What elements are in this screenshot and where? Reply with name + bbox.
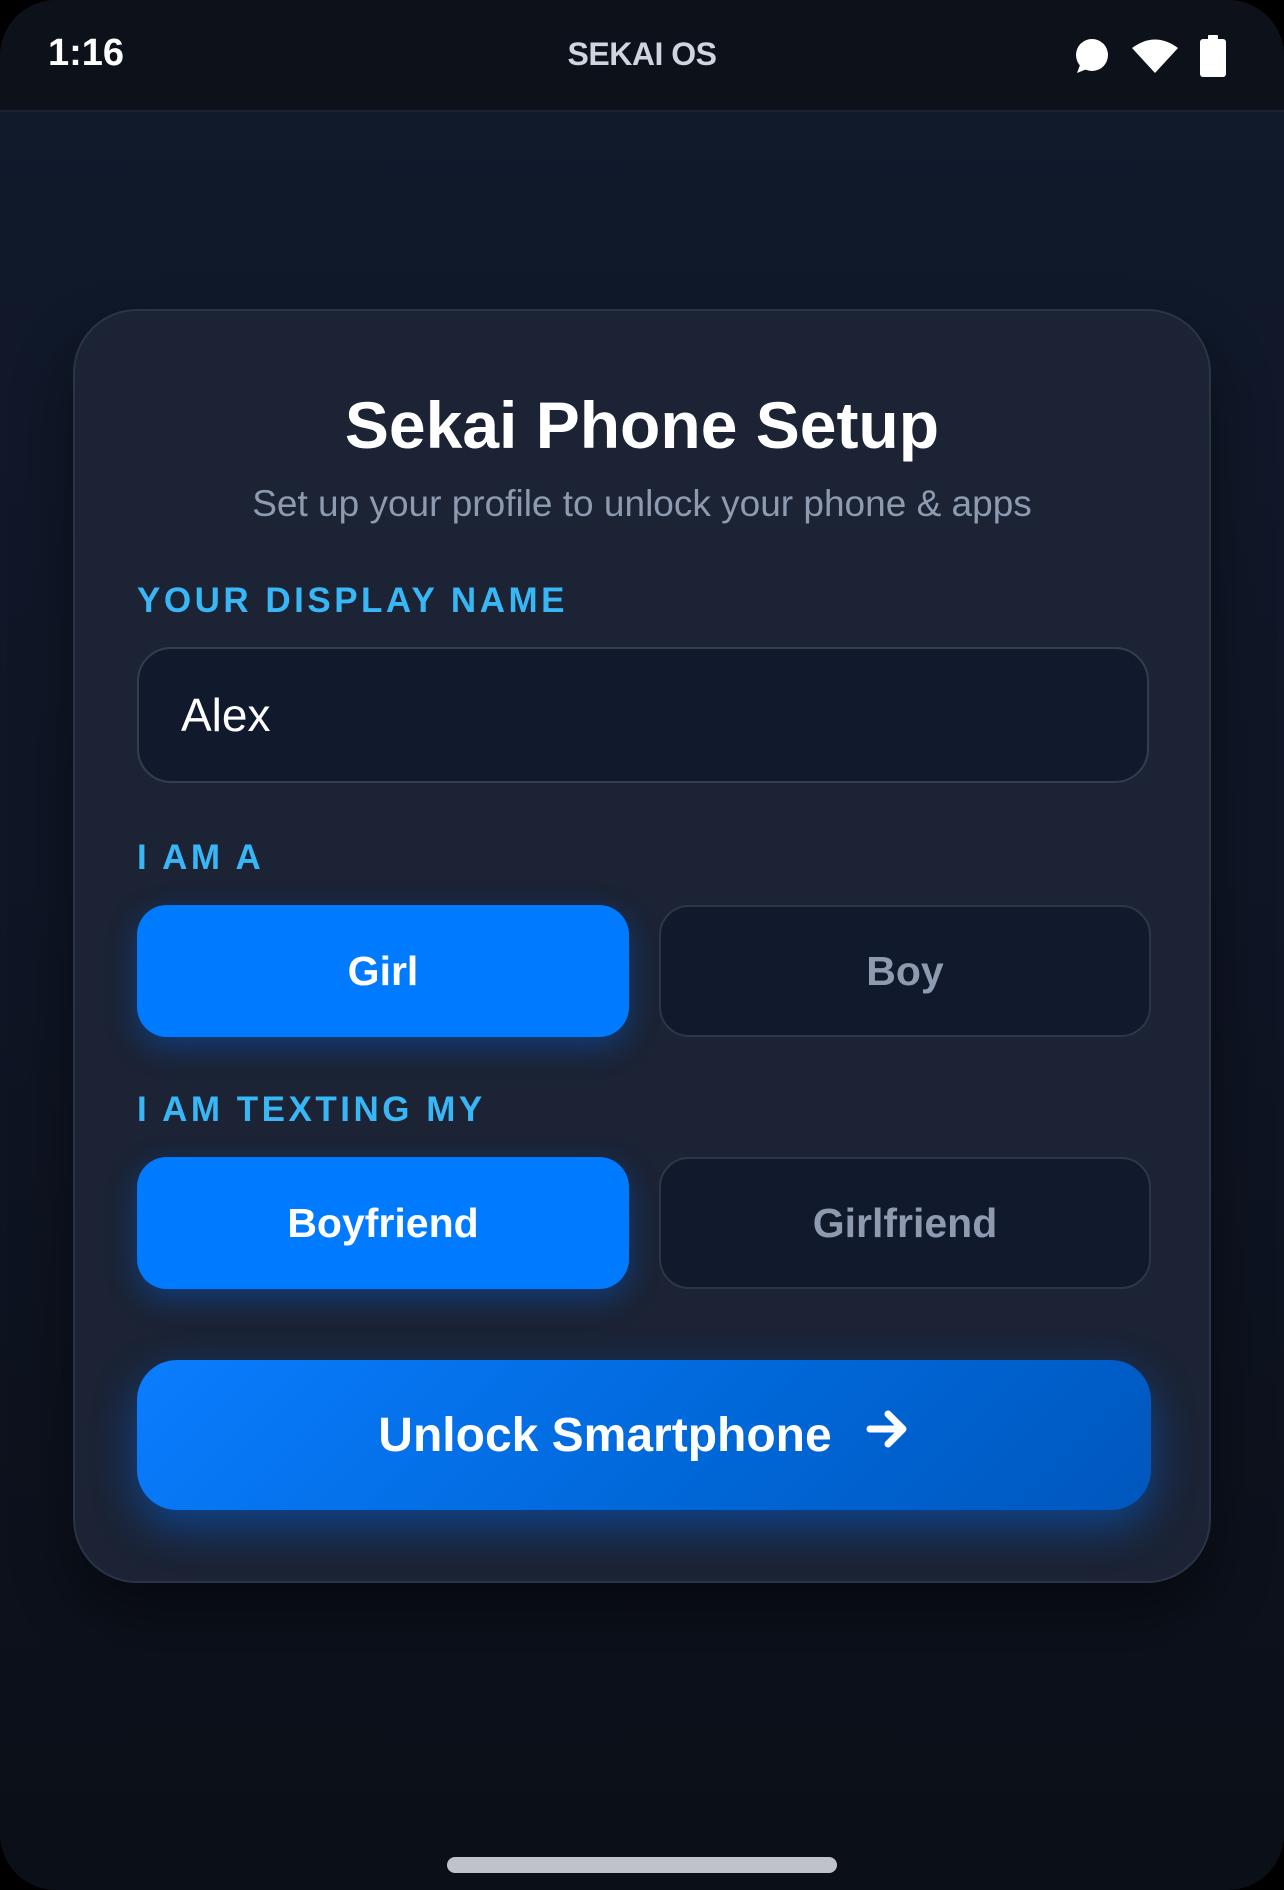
setup-card: Sekai Phone Setup Set up your profile to… bbox=[73, 309, 1211, 1583]
phone-screen: 1:16 SEKAI OS Sekai Phone Setup Set up y… bbox=[0, 0, 1284, 1890]
option-girl-button[interactable]: Girl bbox=[137, 905, 629, 1037]
gender-label: I AM A bbox=[137, 838, 265, 877]
chat-bubble-icon bbox=[1074, 38, 1110, 74]
option-boyfriend-button[interactable]: Boyfriend bbox=[137, 1157, 629, 1289]
page-title: Sekai Phone Setup bbox=[344, 388, 940, 462]
page-subtitle: Set up your profile to unlock your phone… bbox=[252, 483, 1032, 524]
unlock-smartphone-button[interactable]: Unlock Smartphone bbox=[137, 1360, 1151, 1510]
unlock-button-label: Unlock Smartphone bbox=[378, 1408, 832, 1462]
display-name-input[interactable] bbox=[137, 647, 1149, 783]
option-girlfriend-button[interactable]: Girlfriend bbox=[659, 1157, 1151, 1289]
home-indicator[interactable] bbox=[447, 1857, 837, 1873]
display-name-label: YOUR DISPLAY NAME bbox=[137, 581, 568, 620]
wifi-icon bbox=[1132, 39, 1178, 73]
option-boy-button[interactable]: Boy bbox=[659, 905, 1151, 1037]
partner-label: I AM TEXTING MY bbox=[137, 1090, 486, 1129]
arrow-right-icon bbox=[866, 1407, 910, 1463]
battery-icon bbox=[1200, 35, 1226, 77]
status-icons bbox=[1074, 35, 1226, 77]
status-bar: 1:16 SEKAI OS bbox=[0, 0, 1284, 112]
